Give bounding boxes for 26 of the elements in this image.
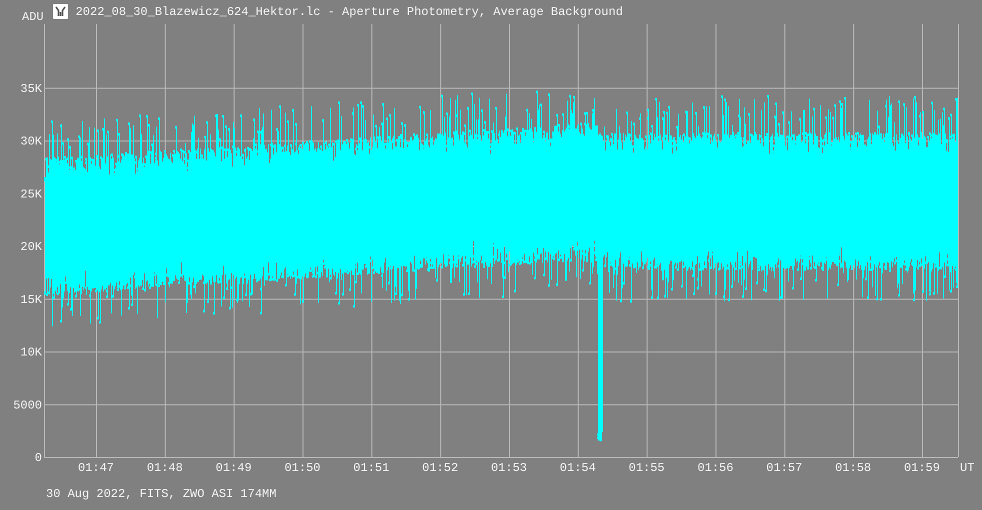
- axis-tick-label: 01:47: [78, 461, 114, 475]
- axis-tick-label: 01:54: [560, 461, 596, 475]
- footer-caption: 30 Aug 2022, FITS, ZWO ASI 174MM: [46, 487, 278, 501]
- axis-unit-label: UT: [960, 461, 974, 475]
- axis-tick-label: 01:50: [284, 461, 320, 475]
- axis-tick-label: 01:52: [422, 461, 458, 475]
- axis-tick-label: 01:59: [904, 461, 940, 475]
- axis-tick-label: 01:55: [628, 461, 665, 475]
- axis-tick-label: 5000: [13, 398, 42, 412]
- axis-tick-label: 30K: [20, 134, 42, 148]
- axis-tick-label: 20K: [20, 240, 42, 254]
- window-title: 2022_08_30_Blazewicz_624_Hektor.lc - Aperture Photometry, Average Background: [76, 5, 623, 19]
- axis-tick-label: 01:58: [835, 461, 872, 475]
- axis-tick-label: 01:49: [216, 461, 252, 475]
- axis-tick-label: 01:56: [697, 461, 734, 475]
- axis-tick-label: 10K: [20, 346, 42, 360]
- axis-tick-label: 01:57: [766, 461, 802, 475]
- axis-tick-label: 01:48: [146, 461, 183, 475]
- axis-tick-label: 01:53: [490, 461, 527, 475]
- axis-tick-label: 35K: [20, 82, 42, 96]
- axis-tick-label: 15K: [20, 292, 42, 307]
- axis-tick-label: 01:51: [353, 461, 390, 475]
- axis-unit-label: ADU: [22, 10, 44, 24]
- axis-tick-label: 0: [34, 451, 42, 465]
- axis-tick-label: 25K: [20, 187, 42, 202]
- app-icon: [52, 4, 68, 19]
